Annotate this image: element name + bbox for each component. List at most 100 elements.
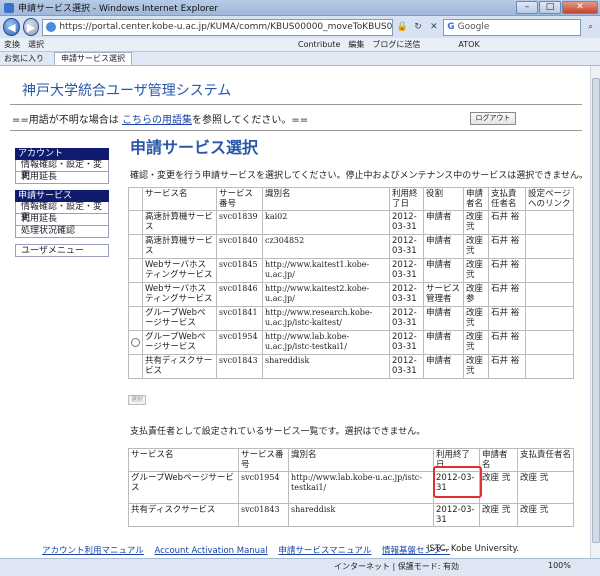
table-row[interactable]: 高速計算機サービス svc01840 cz304852 2012-03-31 申請者 改座… (128, 234, 574, 259)
forward-button[interactable]: ▶ (22, 18, 40, 36)
command-select[interactable]: 選択 (28, 39, 44, 50)
table-cell: http://www.kaitest2.kobe-u.ac.jp/ (262, 282, 390, 307)
sidebar-item-service-info[interactable]: 情報確認・設定・変更 (15, 202, 109, 223)
table-cell: 石井 裕 (488, 258, 526, 283)
sidebar-item-service-status[interactable]: 処理状況確認 (15, 226, 109, 238)
table-row[interactable]: Webサーバホスティングサービス svc01845 http://www.kaite… (128, 258, 574, 283)
command-edit[interactable]: 編集 (348, 39, 364, 50)
lock-icon[interactable]: 🔒 (396, 19, 409, 35)
table-row[interactable]: グループWebページサービス svc01954 http://www.lab.kob… (128, 330, 574, 355)
favorites-bar: お気に入り 申請サービス選択 (0, 52, 600, 66)
table-cell: kai02 (262, 210, 390, 235)
glossary-link[interactable]: こちらの用語集 (122, 115, 192, 126)
table-cell: svc01846 (216, 282, 263, 307)
zoom-level[interactable]: 100% (548, 561, 571, 570)
table-cell: 申請者 (423, 234, 464, 259)
table-cell: svc01954 (216, 330, 263, 355)
command-blog[interactable]: ブログに送信 (372, 39, 420, 50)
table-cell: 改座 弐 (463, 354, 489, 379)
payer-service-table: サービス名 サービス番号 識別名 利用終了日 申請者名 支払責任者名 グループW… (128, 448, 574, 527)
window-titlebar: 申請サービス選択 - Windows Internet Explorer – □… (0, 0, 600, 16)
table-row[interactable]: 高速計算機サービス svc01839 kai02 2012-03-31 申請者 改座 弐石… (128, 210, 574, 235)
table-cell: 改座 参 (463, 282, 489, 307)
close-button[interactable]: ✕ (562, 1, 598, 14)
footer-link-activation-manual[interactable]: Account Activation Manual (154, 546, 267, 556)
table-cell: 申請者 (423, 354, 464, 379)
table-row[interactable]: 共有ディスクサービス svc01843 shareddisk 2012-03-31 申請… (128, 354, 574, 379)
table-cell: 高速計算機サービス (142, 234, 217, 259)
maximize-button[interactable]: □ (539, 1, 561, 14)
table-cell: Webサーバホスティングサービス (142, 282, 217, 307)
command-contribute[interactable]: Contribute (298, 40, 340, 49)
address-toolbar: ◀ ▶ https://portal.center.kobe-u.ac.jp/K… (0, 16, 600, 38)
command-atok[interactable]: ATOK (458, 40, 479, 49)
table-cell: svc01841 (216, 306, 263, 331)
sidebar-item-service-extend[interactable]: 利用延長 (15, 214, 109, 226)
command-convert[interactable]: 変換 (4, 39, 20, 50)
table-row[interactable]: グループWebページサービス svc01841 http://www.researc… (128, 306, 574, 331)
col-header: 申請者名 (479, 448, 518, 472)
sidebar-item-account-extend[interactable]: 利用延長 (15, 172, 109, 184)
table-cell: 高速計算機サービス (142, 210, 217, 235)
radio-cell (128, 258, 143, 283)
table-cell: svc01843 (216, 354, 263, 379)
table-cell: 2012-03-31 (389, 330, 424, 355)
logout-button[interactable]: ログアウト (470, 112, 516, 125)
footer-link-service-manual[interactable]: 申請サービスマニュアル (278, 546, 371, 556)
table-cell: 申請者 (423, 258, 464, 283)
stop-icon[interactable]: ✕ (427, 19, 440, 35)
service-radio[interactable] (131, 338, 140, 347)
col-header: 役割 (423, 187, 464, 211)
table-cell: 共有ディスクサービス (142, 354, 217, 379)
table-row[interactable]: Webサーバホスティングサービス svc01846 http://www.kaite… (128, 282, 574, 307)
table-cell: svc01840 (216, 234, 263, 259)
select-button[interactable]: 選択 (128, 395, 146, 405)
col-header: 識別名 (262, 187, 390, 211)
table-row: 共有ディスクサービス svc01843 shareddisk 2012-03-31 改座… (128, 503, 574, 527)
search-icon[interactable]: ⌕ (584, 19, 597, 35)
back-button[interactable]: ◀ (3, 18, 20, 36)
table-cell: shareddisk (288, 503, 434, 527)
col-header: サービス名 (142, 187, 217, 211)
table-cell: svc01839 (216, 210, 263, 235)
vertical-scrollbar[interactable] (590, 66, 600, 558)
scrollbar-thumb[interactable] (592, 78, 600, 543)
table-cell: 申請者 (423, 330, 464, 355)
glossary-note: ==用語が不明な場合は こちらの用語集を参照してください。== (12, 115, 309, 126)
table-cell: グループWebページサービス (142, 330, 217, 355)
footer-link-account-manual[interactable]: アカウント利用マニュアル (42, 546, 144, 556)
table-cell: 改座 弐 (479, 471, 518, 504)
footer: アカウント利用マニュアル Account Activation Manual 申… (42, 544, 519, 556)
radio-cell (128, 354, 143, 379)
table-cell: 2012-03-31 (389, 306, 424, 331)
table-cell: svc01843 (238, 503, 289, 527)
table-cell: 2012-03-31 (389, 258, 424, 283)
sidebar: アカウント 情報確認・設定・変更 利用延長 申請サービス 情報確認・設定・変更 … (15, 148, 109, 257)
system-title: 神戸大学統合ユーザ管理システム (22, 83, 232, 99)
service-table: サービス名 サービス番号 識別名 利用終了日 役割 申請者名 支払責任者名 設定… (128, 187, 574, 379)
address-bar[interactable]: https://portal.center.kobe-u.ac.jp/KUMA/… (42, 18, 393, 36)
table-cell (525, 210, 574, 235)
search-input[interactable]: G Google (443, 18, 582, 36)
col-header: サービス番号 (238, 448, 289, 472)
col-header: サービス名 (128, 448, 239, 472)
browser-tab[interactable]: 申請サービス選択 (54, 52, 132, 65)
radio-cell (128, 234, 143, 259)
table-row: グループWebページサービス svc01954 http://www.lab.kob… (128, 471, 574, 504)
radio-col-header (128, 187, 143, 211)
window-title: 申請サービス選択 - Windows Internet Explorer (18, 4, 219, 14)
table-cell: svc01954 (238, 471, 289, 504)
table-cell (525, 354, 574, 379)
table-cell: 石井 裕 (488, 354, 526, 379)
divider (10, 104, 582, 105)
end-date-highlight (433, 466, 482, 498)
radio-cell (128, 330, 143, 355)
status-bar: インターネット | 保護モード: 有効 100% (0, 558, 600, 576)
minimize-button[interactable]: – (516, 1, 538, 14)
refresh-icon[interactable]: ↻ (412, 19, 425, 35)
radio-cell (128, 306, 143, 331)
table-cell: 申請者 (423, 306, 464, 331)
sidebar-item-user-menu[interactable]: ユーザメニュー (15, 244, 109, 257)
favorites-button[interactable]: お気に入り (4, 53, 44, 64)
sidebar-item-account-info[interactable]: 情報確認・設定・変更 (15, 160, 109, 181)
